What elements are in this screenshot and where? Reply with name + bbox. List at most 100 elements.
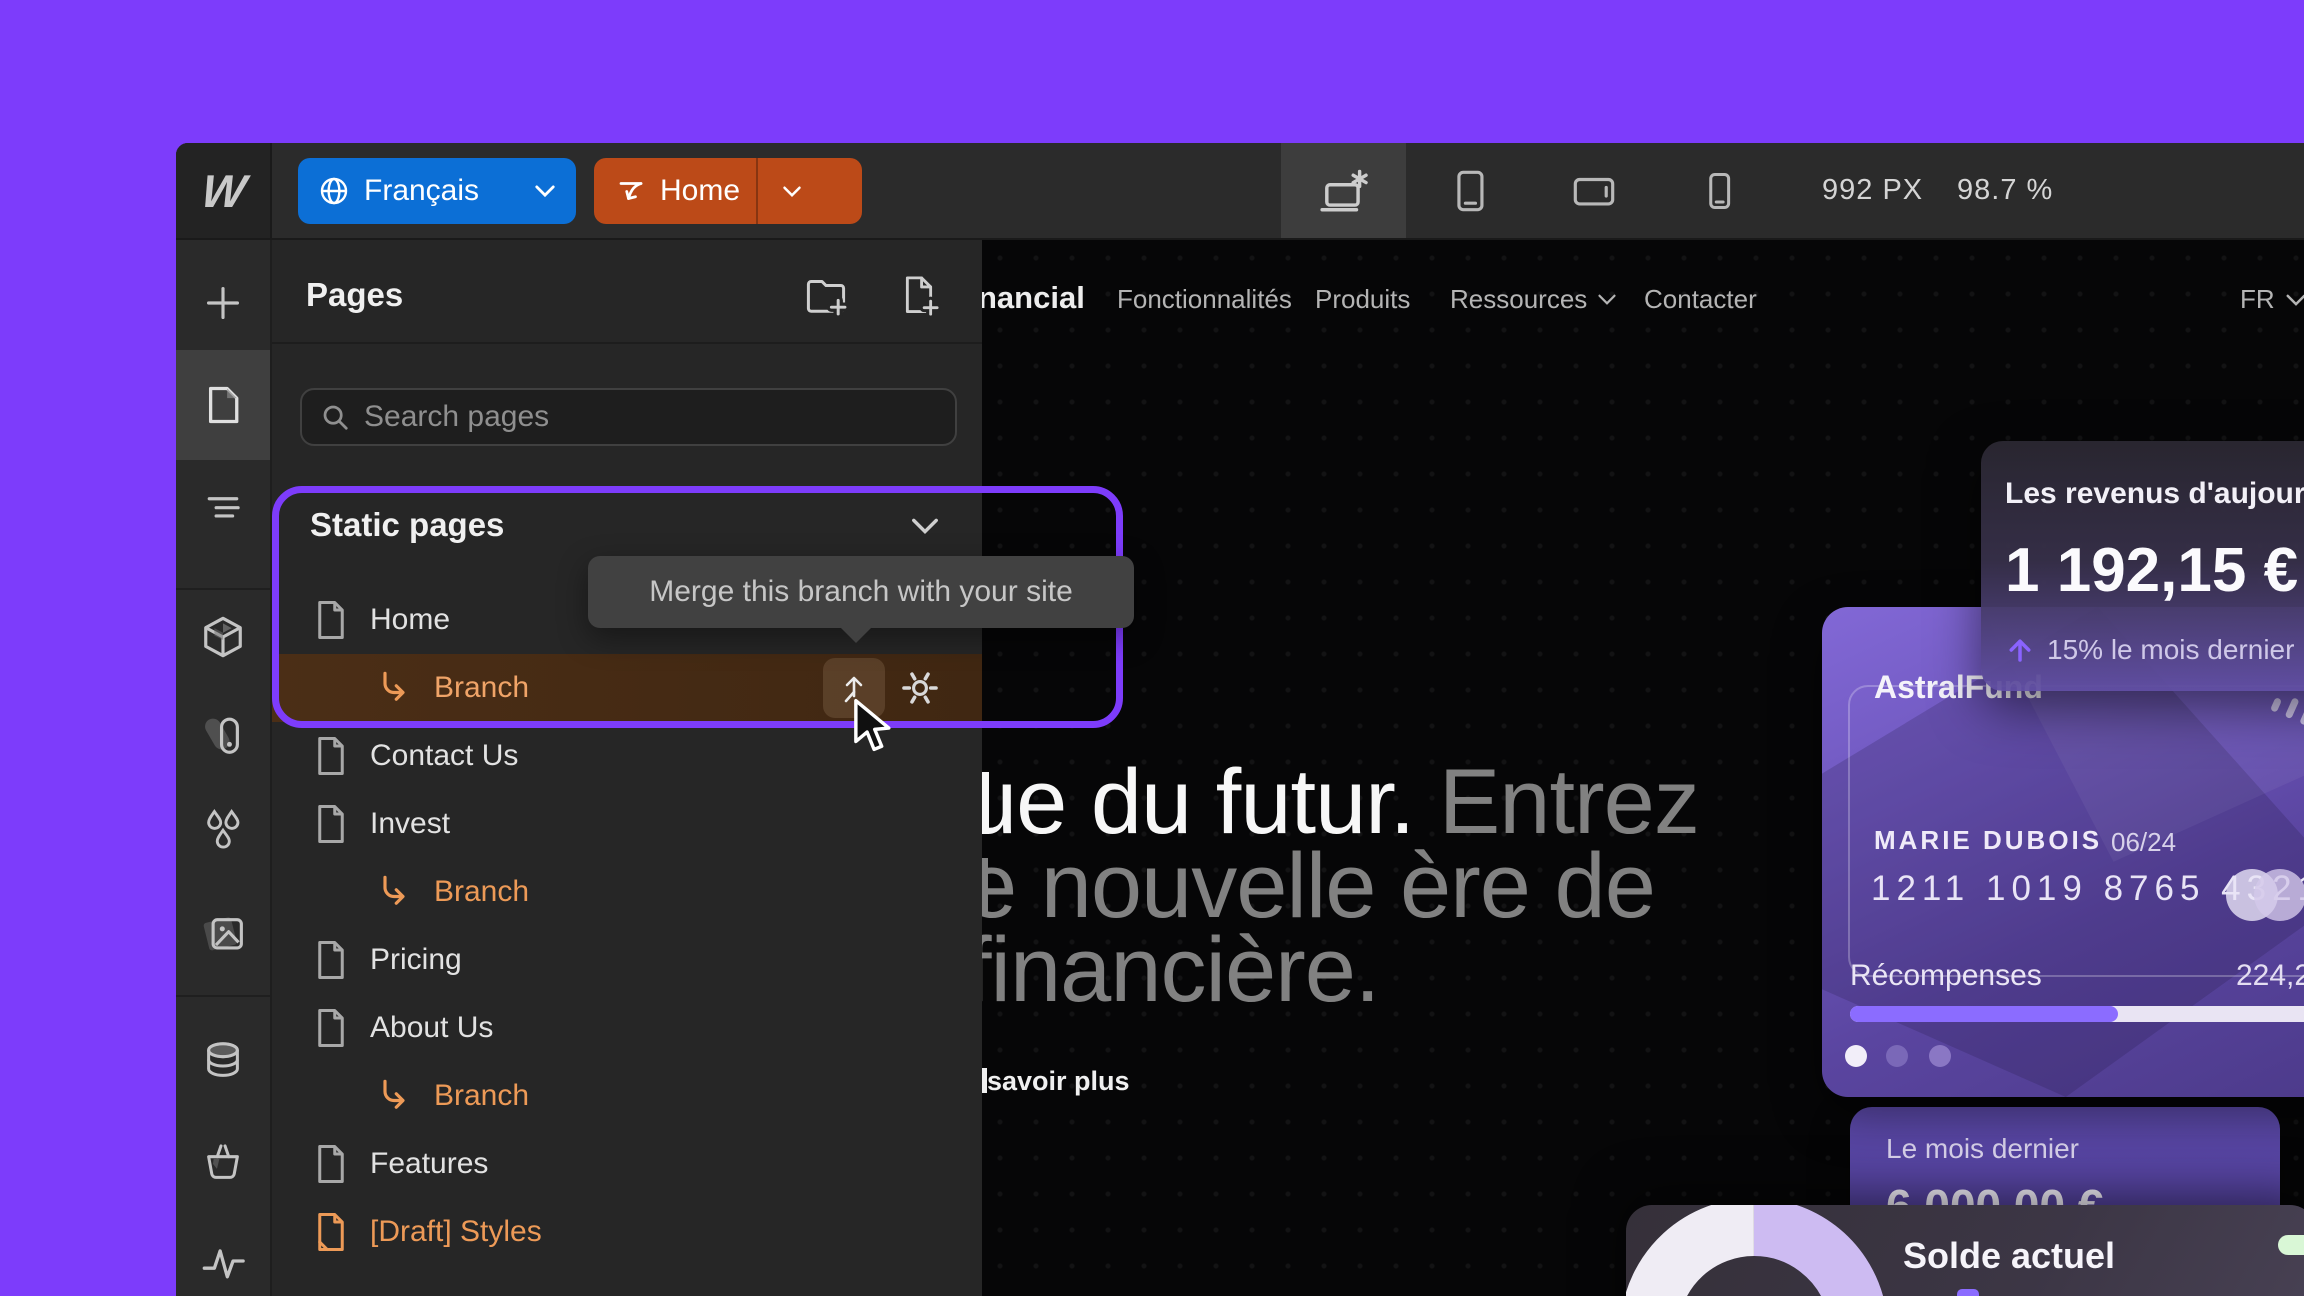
- page-row-features-8[interactable]: Features: [272, 1130, 982, 1198]
- panel-divider: [272, 342, 982, 344]
- branch-arrow-icon: [376, 670, 412, 706]
- site-logo[interactable]: nancial: [982, 280, 1085, 316]
- page-row-invest-3[interactable]: Invest: [272, 790, 982, 858]
- carousel-dot[interactable]: [1929, 1045, 1951, 1067]
- breakpoint-desktop-large-button[interactable]: [1281, 143, 1406, 238]
- hero-line3: financière.: [982, 928, 1699, 1012]
- page-label: [Draft] Styles: [370, 1215, 542, 1249]
- carousel-dot-active[interactable]: [1845, 1045, 1867, 1067]
- new-folder-button[interactable]: [803, 274, 849, 316]
- zoom-level-readout[interactable]: 98.7 %: [1957, 143, 2053, 238]
- revenue-card[interactable]: Les revenus d'aujourd'hui 1 192,15 € 15%…: [1981, 441, 2304, 691]
- variables-button[interactable]: [176, 776, 270, 886]
- left-toolbar: [176, 240, 272, 1296]
- rewards-progress-fill: [1850, 1006, 2118, 1022]
- cms-button[interactable]: [176, 1006, 270, 1116]
- hero-heading[interactable]: ue du futur. Entrez e nouvelle ère de fi…: [982, 760, 1699, 1012]
- new-page-button[interactable]: [897, 274, 941, 318]
- page-label: Invest: [370, 807, 450, 841]
- page-label: Home: [370, 603, 450, 637]
- site-navbar: nancial Fonctionnalités Produits Ressource…: [982, 240, 2304, 350]
- breakpoint-tablet-landscape-button[interactable]: [1531, 143, 1656, 238]
- page-icon: [314, 1212, 348, 1252]
- page-label: About Us: [370, 1011, 493, 1045]
- hero-line2: e nouvelle ère de: [982, 844, 1699, 928]
- branch-dropdown-button[interactable]: [758, 158, 826, 224]
- page-icon: [314, 804, 348, 844]
- pages-panel-title: Pages: [306, 276, 403, 314]
- top-toolbar: W Français: [176, 143, 2304, 240]
- tooltip-text: Merge this branch with your site: [649, 575, 1073, 609]
- chevron-down-icon[interactable]: [910, 516, 940, 536]
- page-label: Features: [370, 1147, 488, 1181]
- chevron-down-icon: [1597, 293, 1617, 306]
- revenue-card-title: Les revenus d'aujourd'hui: [2005, 477, 2304, 511]
- ecommerce-button[interactable]: [176, 1106, 270, 1216]
- nav-link-label: Contacter: [1644, 284, 1757, 315]
- page-icon: [314, 736, 348, 776]
- credit-card-holder: MARIE DUBOIS: [1874, 825, 2102, 856]
- site-nav-link-produits[interactable]: Produits: [1315, 284, 1410, 315]
- globe-icon: [318, 175, 350, 207]
- arrow-up-icon: [2005, 635, 2035, 665]
- language-selector-button[interactable]: Français: [298, 158, 576, 224]
- pages-panel-button[interactable]: [176, 350, 270, 460]
- branch-icon: [614, 176, 648, 206]
- add-elements-button[interactable]: [176, 248, 270, 358]
- revenue-delta-label: 15% le mois dernier: [2047, 634, 2294, 666]
- credit-card-expiry: 06/24: [2111, 827, 2176, 858]
- static-pages-title: Static pages: [310, 506, 504, 544]
- design-canvas[interactable]: nancial Fonctionnalités Produits Ressource…: [982, 240, 2304, 1296]
- chevron-down-icon: [534, 184, 556, 198]
- learn-more-button[interactable]: savoir plus: [987, 1066, 1130, 1097]
- search-pages-input[interactable]: [364, 400, 937, 434]
- webflow-designer: W Français: [0, 0, 2304, 1296]
- mini-chart-pill: [2278, 1235, 2304, 1255]
- webflow-logo-icon: W: [198, 164, 247, 218]
- branch-button: Home: [594, 158, 862, 224]
- toolbar-divider: [176, 995, 270, 997]
- rewards-value: 224,28 €: [2236, 959, 2304, 993]
- carousel-dot[interactable]: [1886, 1045, 1908, 1067]
- page-icon: [314, 600, 348, 640]
- branch-arrow-icon: [376, 874, 412, 910]
- page-label: Branch: [434, 671, 529, 705]
- branch-button-main[interactable]: Home: [594, 158, 756, 224]
- page-icon: [314, 940, 348, 980]
- page-icon: [314, 1008, 348, 1048]
- branch-row-branch-7[interactable]: Branch: [272, 1062, 982, 1130]
- balance-title: Solde actuel: [1903, 1235, 2115, 1277]
- audit-button[interactable]: [176, 1206, 270, 1296]
- current-balance-card[interactable]: Solde actuel: [1626, 1205, 2304, 1296]
- site-lang-switcher[interactable]: FR: [2240, 284, 2304, 315]
- page-row-draft-styles-9[interactable]: [Draft] Styles: [272, 1198, 982, 1266]
- breakpoint-tablet-button[interactable]: [1406, 143, 1531, 238]
- branch-arrow-icon: [376, 1078, 412, 1114]
- webflow-menu-button[interactable]: W: [176, 143, 272, 238]
- search-icon: [320, 402, 350, 432]
- rewards-progress-bar: [1850, 1006, 2304, 1022]
- style-manager-button[interactable]: [176, 680, 270, 790]
- page-icon: [314, 1144, 348, 1184]
- pages-panel: Pages: [272, 240, 982, 1296]
- site-lang-label: FR: [2240, 284, 2275, 315]
- language-selector-label: Français: [364, 174, 479, 208]
- components-button[interactable]: [176, 582, 270, 692]
- page-label: Branch: [434, 1079, 529, 1113]
- page-settings-button[interactable]: [898, 668, 942, 708]
- page-label: Pricing: [370, 943, 462, 977]
- site-nav-link-ressources[interactable]: Ressources: [1450, 284, 1617, 315]
- site-nav-link-fonctionnalit-s[interactable]: Fonctionnalités: [1117, 284, 1292, 315]
- site-nav-link-contacter[interactable]: Contacter: [1644, 284, 1757, 315]
- canvas-width-readout[interactable]: 992 PX: [1822, 143, 1923, 238]
- balance-donut-chart: [1626, 1205, 1906, 1296]
- page-row-about-us-6[interactable]: About Us: [272, 994, 982, 1062]
- branch-button-label: Home: [660, 174, 740, 208]
- page-row-pricing-5[interactable]: Pricing: [272, 926, 982, 994]
- assets-button[interactable]: [176, 876, 270, 986]
- search-pages-field[interactable]: [300, 388, 957, 446]
- navigator-button[interactable]: [176, 452, 270, 562]
- clipped-glyph: [982, 858, 988, 912]
- breakpoint-phone-button[interactable]: [1656, 143, 1781, 238]
- branch-row-branch-4[interactable]: Branch: [272, 858, 982, 926]
